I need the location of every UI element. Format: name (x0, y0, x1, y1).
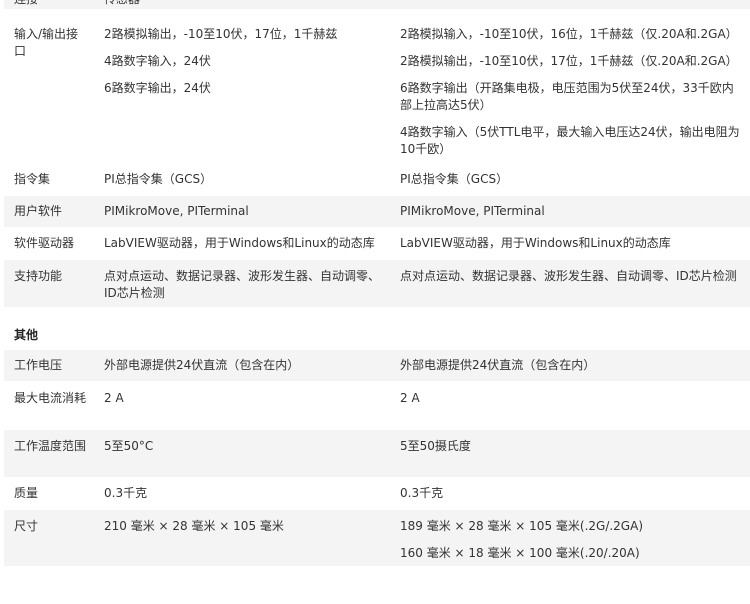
row-value: 210 毫米 × 28 毫米 × 105 毫米 (104, 519, 284, 533)
row-value: 6路数字输出（开路集电极，电压范围为5伏至24伏，33千欧内部上拉高达5伏） (400, 81, 734, 112)
row-value: 2 A (400, 391, 420, 405)
table-row: 尺寸 210 毫米 × 28 毫米 × 105 毫米 189 毫米 × 28 毫… (4, 510, 750, 567)
row-value: 6路数字输出，24伏 (104, 81, 211, 95)
row-label: 质量 (14, 486, 39, 500)
table-row: 工作温度范围 5至50°C 5至50摄氏度 (4, 430, 750, 478)
table-row: 支持功能 点对点运动、数据记录器、波形发生器、自动调零、ID芯片检测 点对点运动… (4, 260, 750, 308)
table-row: 工作电压 外部电源提供24伏直流（包含在内） 外部电源提供24伏直流（包含在内） (4, 350, 750, 382)
row-label: 工作温度范围 (14, 439, 87, 453)
row-value: 5至50摄氏度 (400, 439, 471, 453)
row-value: 5至50°C (104, 439, 154, 453)
table-row: 输入/输出接口 2路模拟输出，-10至10伏，17位，1千赫兹 4路数字输入，2… (4, 18, 750, 164)
row-value: 传感器 (94, 0, 390, 9)
table-row: 最大电流消耗 2 A 2 A (4, 382, 750, 430)
row-label: 软件驱动器 (14, 236, 75, 250)
row-value: 2路模拟输出，-10至10伏，17位，1千赫兹 (104, 27, 338, 41)
row-value: PI总指令集（GCS） (104, 172, 213, 186)
row-label: 支持功能 (14, 269, 63, 283)
row-value: 外部电源提供24伏直流（包含在内） (104, 358, 300, 372)
row-value: 2 A (104, 391, 124, 405)
row-label: 指令集 (14, 172, 51, 186)
row-value: LabVIEW驱动器，用于Windows和Linux的动态库 (400, 236, 671, 250)
row-value: LabVIEW驱动器，用于Windows和Linux的动态库 (104, 236, 375, 250)
row-label: 最大电流消耗 (14, 391, 87, 405)
table-row: 指令集 PI总指令集（GCS） PI总指令集（GCS） (4, 164, 750, 196)
row-value: 0.3千克 (104, 486, 148, 500)
row-value: PI总指令集（GCS） (400, 172, 509, 186)
row-value: 160 毫米 × 18 毫米 × 100 毫米(.20/.20A) (400, 546, 640, 560)
row-label: 尺寸 (14, 519, 39, 533)
section-title: 其他 (14, 328, 39, 342)
row-value: 4路数字输入，24伏 (104, 54, 211, 68)
row-label: 工作电压 (14, 358, 63, 372)
row-value: 2路模拟输入，-10至10伏，16位，1千赫兹（仅.20A和.2GA） (400, 27, 738, 41)
row-label: 连接 (4, 0, 94, 9)
row-value: 点对点运动、数据记录器、波形发生器、自动调零、ID芯片检测 (400, 269, 737, 283)
row-value: 点对点运动、数据记录器、波形发生器、自动调零、ID芯片检测 (104, 269, 381, 300)
row-value: 189 毫米 × 28 毫米 × 105 毫米(.2G/.2GA) (400, 519, 644, 533)
row-value: 0.3千克 (400, 486, 444, 500)
row-value: PIMikroMove, PITerminal (104, 204, 249, 218)
table-row: 连接 传感器 (4, 0, 750, 10)
row-value: 2路模拟输出，-10至10伏，17位，1千赫兹（仅.20A和.2GA） (400, 54, 738, 68)
table-row: 软件驱动器 LabVIEW驱动器，用于Windows和Linux的动态库 Lab… (4, 228, 750, 260)
row-value: PIMikroMove, PITerminal (400, 204, 545, 218)
row-value: 外部电源提供24伏直流（包含在内） (400, 358, 596, 372)
table-row: 用户软件 PIMikroMove, PITerminal PIMikroMove… (4, 196, 750, 228)
row-value: 4路数字输入（5伏TTL电平，最大输入电压达24伏，输出电阻为10千欧） (400, 125, 740, 156)
row-label: 输入/输出接口 (14, 27, 79, 58)
row-label: 用户软件 (14, 204, 63, 218)
table-row: 质量 0.3千克 0.3千克 (4, 478, 750, 510)
